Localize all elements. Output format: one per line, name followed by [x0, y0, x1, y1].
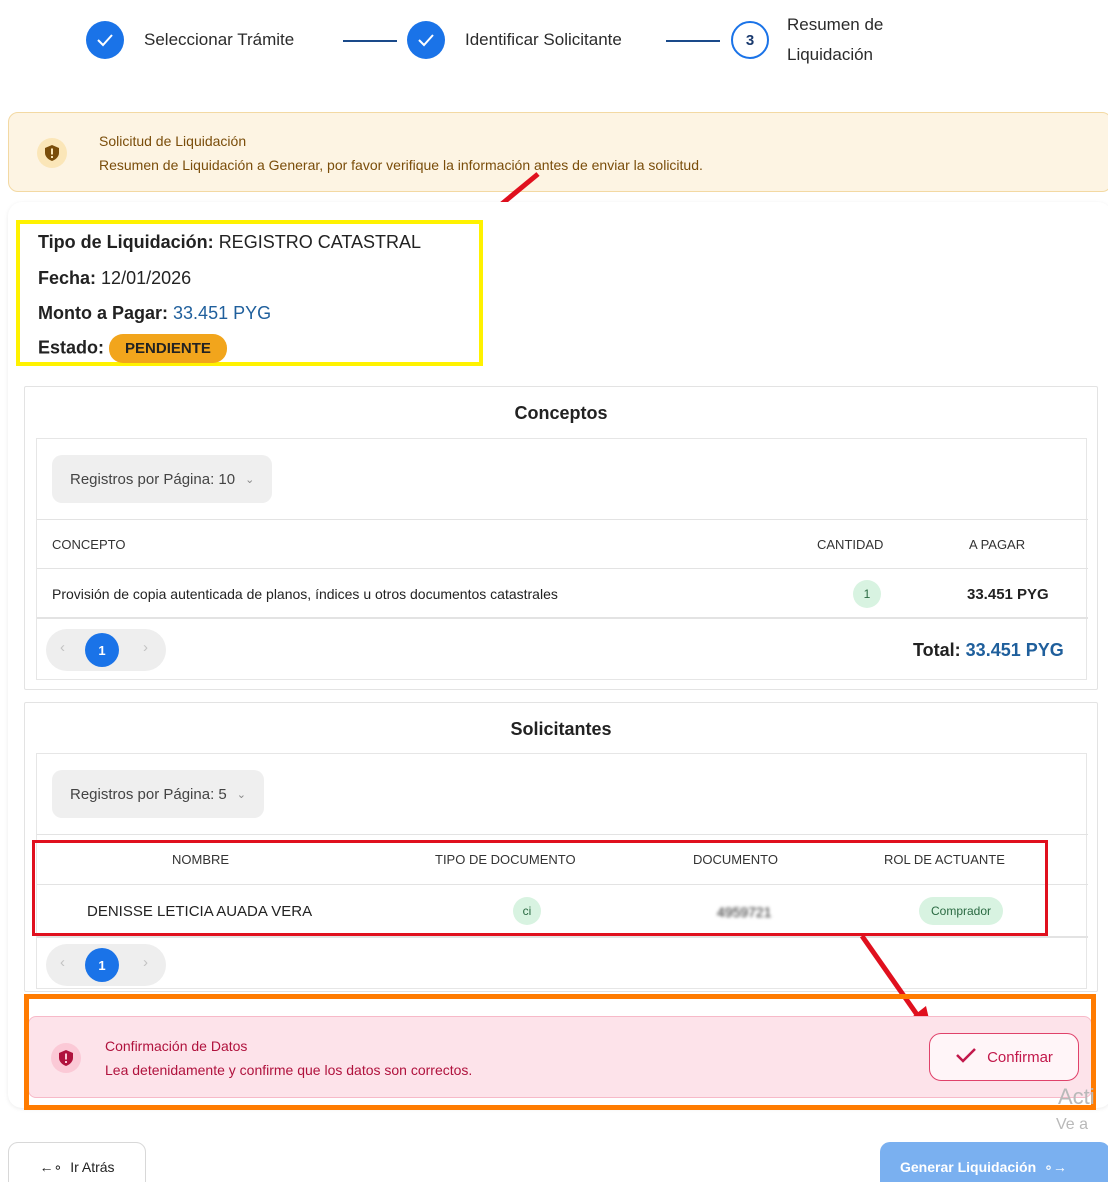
estado-label: Estado:: [38, 337, 105, 358]
step-1-label: Seleccionar Trámite: [144, 30, 295, 49]
cantidad-badge: 1: [853, 580, 881, 608]
liquidation-info-banner: Solicitud de Liquidación Resumen de Liqu…: [8, 112, 1108, 192]
conceptos-pagination: ‹ 1 ›: [46, 629, 166, 671]
fecha-value: 12/01/2026: [101, 268, 192, 288]
conceptos-total: Total: 33.451 PYG: [913, 640, 1064, 661]
total-value: 33.451 PYG: [965, 640, 1064, 660]
conceptos-title: Conceptos: [514, 403, 608, 423]
tipo-label: Tipo de Liquidación:: [38, 232, 214, 252]
step-3-label: Resumen de Liquidación: [787, 10, 883, 70]
per-page-select[interactable]: Registros por Página: 10 ⌄: [52, 455, 273, 503]
banner-text: Resumen de Liquidación a Generar, por fa…: [99, 157, 703, 173]
status-badge: PENDIENTE: [109, 334, 227, 363]
per-page-select[interactable]: Registros por Página: 5 ⌄: [52, 770, 264, 818]
liquidation-summary: Tipo de Liquidación: REGISTRO CATASTRAL …: [16, 220, 483, 366]
per-page-label: Registros por Página: 10: [70, 470, 236, 488]
divider: [37, 834, 1088, 835]
activation-watermark-line2: Ve a: [1056, 1116, 1089, 1133]
fecha-label: Fecha:: [38, 268, 97, 288]
page-button-current[interactable]: 1: [85, 948, 119, 982]
estado-row: Estado: PENDIENTE: [38, 334, 227, 363]
shield-alert-icon: [37, 138, 67, 168]
fecha-row: Fecha: 12/01/2026: [38, 268, 191, 289]
page-button-current[interactable]: 1: [85, 633, 119, 667]
stepper: Seleccionar Trámite Identificar Solicita…: [0, 0, 1108, 90]
step-3-label-line1: Resumen de: [787, 15, 884, 34]
divider: [37, 617, 1088, 619]
monto-value: 33.451 PYG: [173, 303, 272, 323]
annotation-red-box: [32, 840, 1048, 936]
arrow-left-icon: ←∘: [39, 1159, 63, 1175]
a-pagar-cell: 33.451 PYG: [967, 586, 1049, 603]
chevron-down-icon: ⌄: [245, 473, 255, 486]
step-3-label-line2: Liquidación: [787, 45, 874, 64]
divider: [37, 519, 1088, 520]
activation-watermark-line1: Acti: [1058, 1084, 1095, 1109]
next-page-icon[interactable]: ›: [143, 954, 148, 971]
generate-liquidation-button[interactable]: Generar Liquidación ∘→: [880, 1142, 1108, 1182]
monto-label: Monto a Pagar:: [38, 303, 169, 323]
tipo-liquidacion-row: Tipo de Liquidación: REGISTRO CATASTRAL: [38, 232, 421, 253]
annotation-orange-box: [24, 994, 1096, 1110]
back-button[interactable]: ←∘ Ir Atrás: [8, 1142, 146, 1182]
step-3-number: 3: [731, 21, 769, 59]
back-button-label: Ir Atrás: [70, 1159, 115, 1175]
solicitantes-title: Solicitantes: [510, 719, 612, 739]
total-label: Total:: [913, 640, 961, 660]
monto-row: Monto a Pagar: 33.451 PYG: [38, 303, 271, 324]
arrow-right-icon: ∘→: [1044, 1159, 1067, 1175]
per-page-label: Registros por Página: 5: [70, 785, 227, 803]
banner-title: Solicitud de Liquidación: [99, 133, 247, 149]
chevron-down-icon: ⌄: [236, 788, 246, 801]
step-1-check-icon: [86, 21, 124, 59]
prev-page-icon[interactable]: ‹: [60, 639, 65, 656]
step-connector: [343, 40, 397, 42]
next-page-icon[interactable]: ›: [143, 639, 148, 656]
prev-page-icon[interactable]: ‹: [60, 954, 65, 971]
conceptos-table: Registros por Página: 10 ⌄ CONCEPTO CANT…: [36, 438, 1088, 680]
generate-button-label: Generar Liquidación: [900, 1159, 1037, 1175]
divider: [37, 568, 1088, 569]
column-header-concepto[interactable]: CONCEPTO: [52, 537, 125, 552]
column-header-a-pagar[interactable]: A PAGAR: [969, 537, 1025, 552]
tipo-value: REGISTRO CATASTRAL: [218, 232, 422, 252]
solicitantes-pagination: ‹ 1 ›: [46, 944, 166, 986]
column-header-cantidad[interactable]: CANTIDAD: [817, 537, 883, 552]
step-2-check-icon: [407, 21, 445, 59]
conceptos-panel: Conceptos Registros por Página: 10 ⌄ CON…: [24, 386, 1098, 690]
step-2-label: Identificar Solicitante: [465, 30, 622, 49]
concepto-cell: Provisión de copia autenticada de planos…: [52, 586, 558, 602]
step-connector: [666, 40, 720, 42]
